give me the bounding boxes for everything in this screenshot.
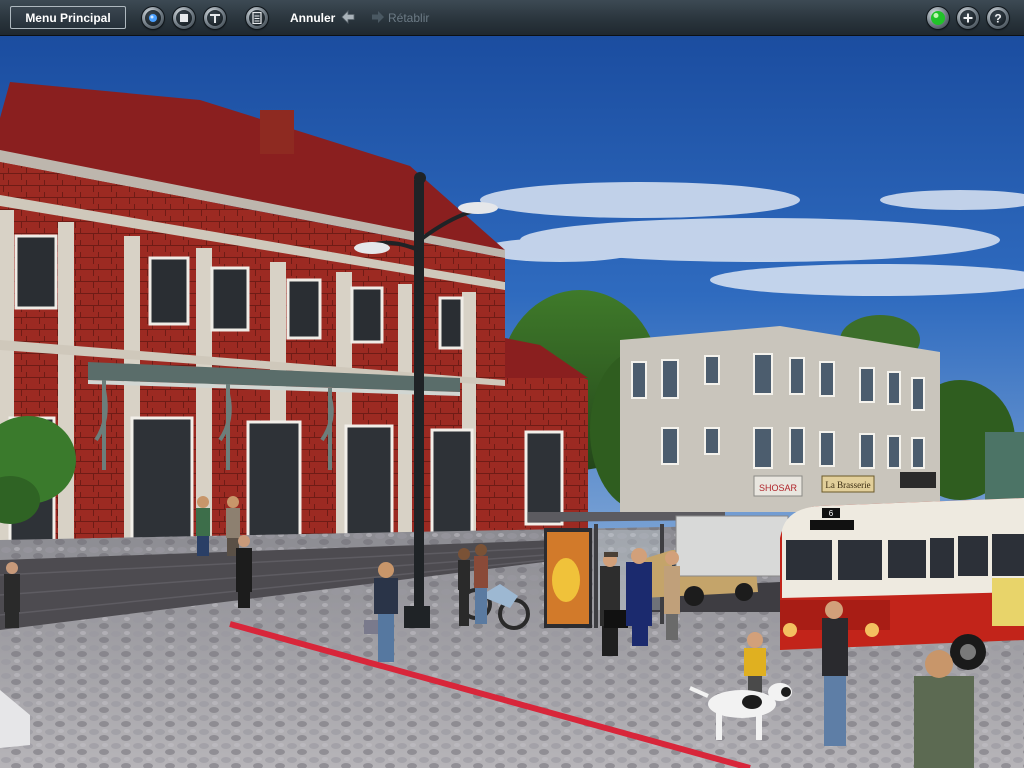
calculator-icon [252, 12, 262, 24]
help-button[interactable]: ? [987, 7, 1009, 29]
record-button[interactable] [142, 7, 164, 29]
calculator-button[interactable] [246, 7, 268, 29]
add-button[interactable] [957, 7, 979, 29]
svg-text:?: ? [994, 12, 1001, 24]
main-menu-button[interactable]: Menu Principal [10, 6, 126, 29]
redo-button[interactable]: Rétablir [388, 11, 429, 25]
side-building [985, 432, 1024, 504]
toolbar: Menu Principal Annuler Rétablir ? [0, 0, 1024, 36]
undo-button[interactable]: Annuler [290, 11, 335, 25]
tool-button[interactable] [204, 7, 226, 29]
tool-icon [210, 14, 220, 23]
3d-viewport[interactable]: SHOSAR La Brasserie 6 [0, 36, 1024, 768]
apartment-building: SHOSAR La Brasserie [620, 326, 940, 512]
status-light-icon [931, 11, 945, 25]
stop-button[interactable] [173, 7, 195, 29]
bus-route-number: 6 [829, 509, 834, 518]
add-icon [963, 13, 973, 23]
trailer [675, 515, 789, 577]
stop-icon [180, 14, 188, 22]
shop-sign-shosar: SHOSAR [759, 483, 798, 493]
scene-render: SHOSAR La Brasserie 6 [0, 36, 1024, 768]
help-icon: ? [994, 12, 1001, 24]
record-icon [149, 14, 157, 22]
shop-sign-brasserie: La Brasserie [825, 480, 870, 490]
status-button[interactable] [927, 7, 949, 29]
redo-arrow-icon[interactable] [370, 9, 386, 25]
undo-arrow-icon[interactable] [340, 9, 356, 25]
